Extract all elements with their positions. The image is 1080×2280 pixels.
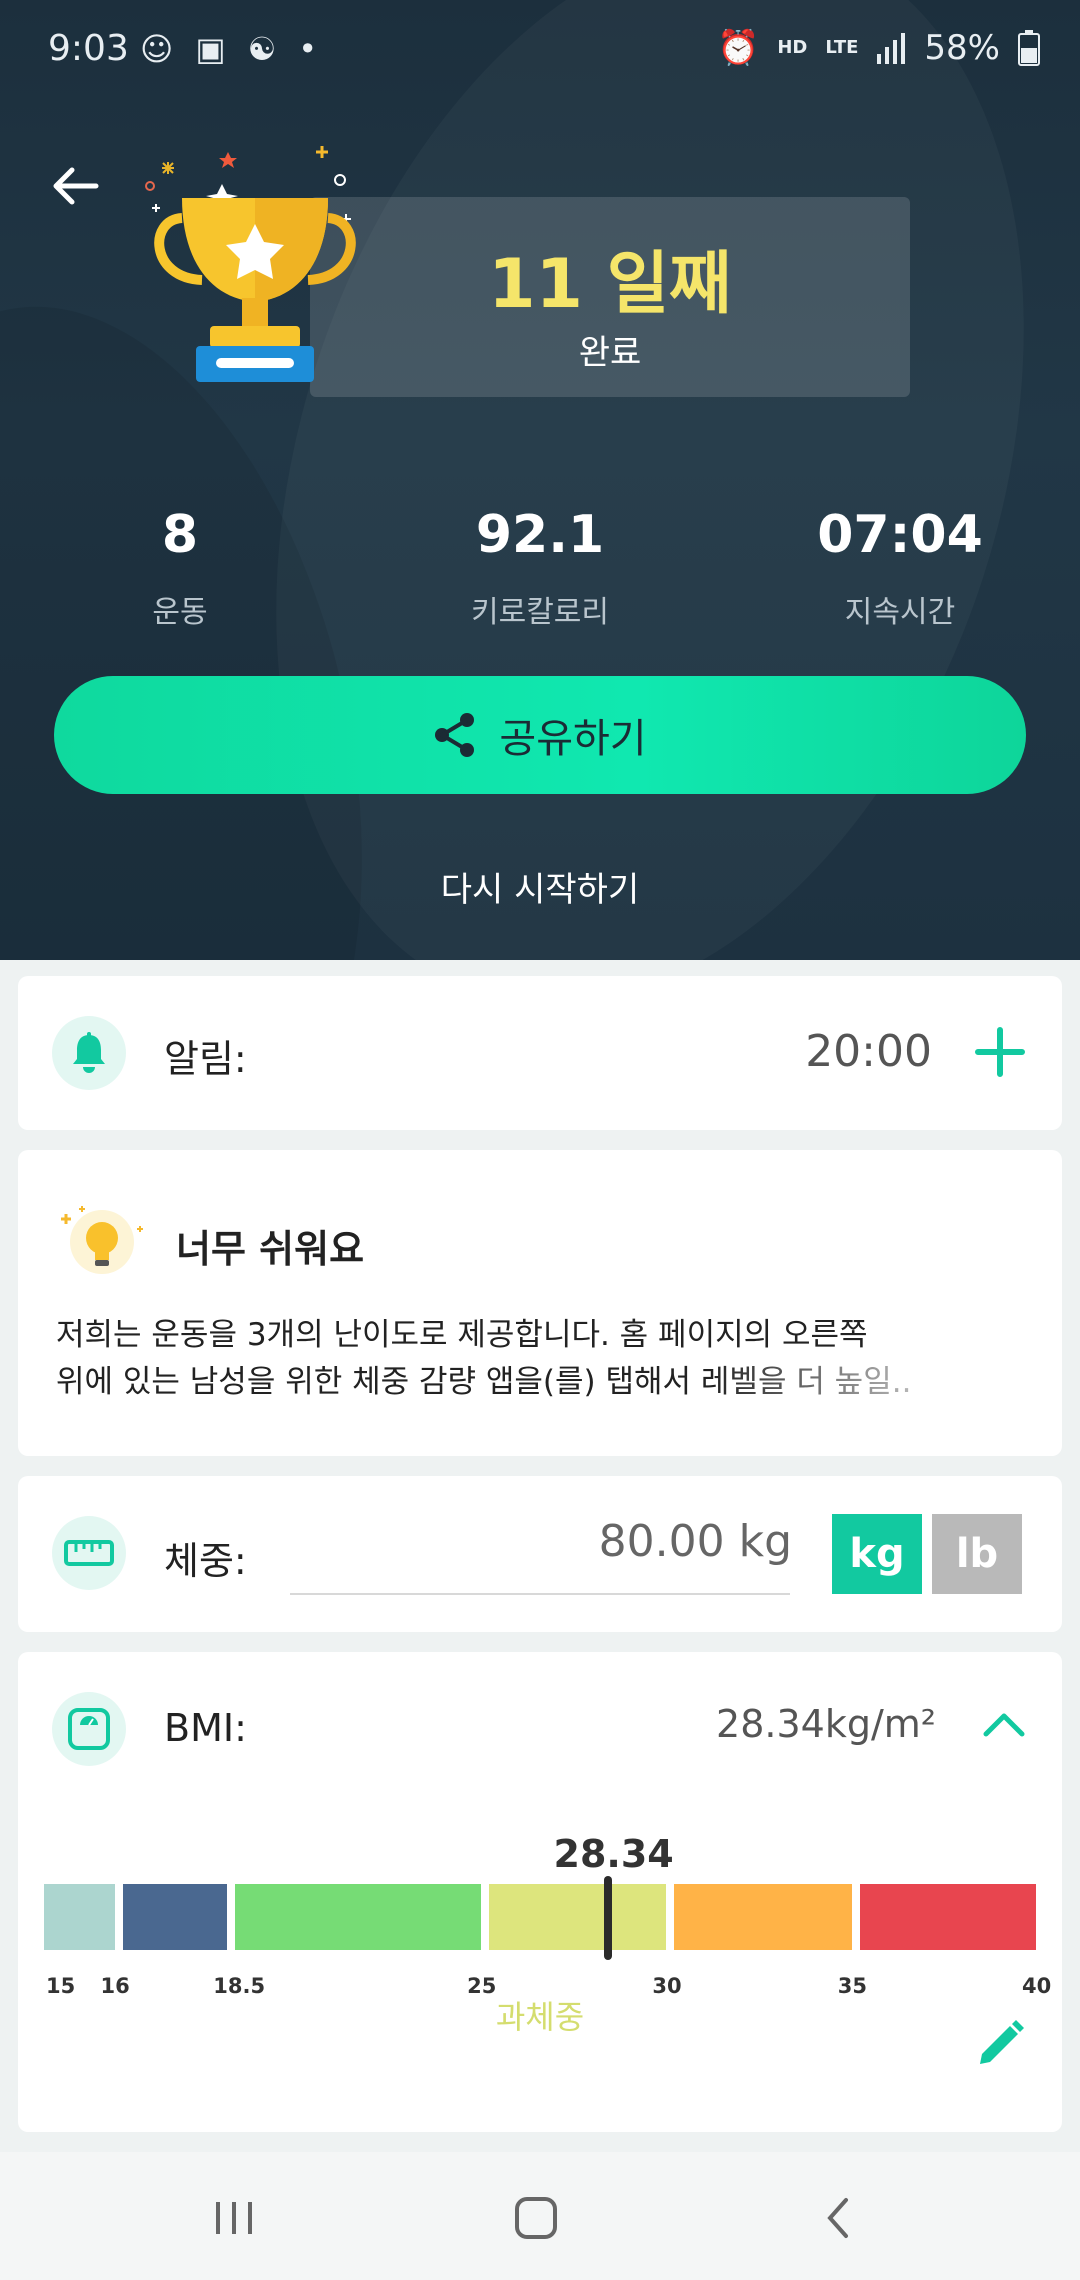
stat-exercises: 8 운동 bbox=[30, 505, 330, 631]
bmi-segment bbox=[44, 1884, 115, 1950]
bmi-segment bbox=[122, 1884, 228, 1950]
unit-kg-button[interactable]: kg bbox=[832, 1514, 922, 1594]
stat-label: 키로칼로리 bbox=[471, 595, 609, 630]
alarm-icon: ⏰ bbox=[716, 28, 760, 68]
bmi-tick-label: 18.5 bbox=[213, 1974, 266, 1998]
bmi-category: 과체중 bbox=[495, 1998, 585, 2036]
lte-indicator: LTE bbox=[825, 37, 859, 58]
unit-lb-button[interactable]: lb bbox=[932, 1514, 1022, 1594]
stat-calories: 92.1 키로칼로리 bbox=[390, 505, 690, 631]
ruler-icon-badge bbox=[52, 1516, 126, 1590]
tip-card: 너무 쉬워요 저희는 운동을 3개의 난이도로 제공합니다. 홈 페이지의 오른… bbox=[18, 1150, 1062, 1456]
weight-input-underline bbox=[290, 1593, 790, 1595]
system-navigation-bar bbox=[0, 2152, 1080, 2280]
notification-app-icon: ☺ bbox=[140, 30, 174, 68]
scale-icon bbox=[68, 1708, 110, 1750]
recent-apps-icon[interactable] bbox=[204, 2188, 264, 2248]
signal-icon bbox=[877, 33, 906, 64]
notification-app-icon-2: ☯ bbox=[247, 30, 277, 68]
bmi-tick-label: 35 bbox=[837, 1974, 867, 1998]
more-notifications-dot: • bbox=[298, 30, 318, 68]
hd-indicator: HD bbox=[777, 37, 808, 58]
bmi-segment bbox=[859, 1884, 1036, 1950]
bmi-segment bbox=[674, 1884, 852, 1950]
bmi-segment bbox=[489, 1884, 667, 1950]
tip-text-fade bbox=[712, 1350, 1042, 1410]
edit-pencil-icon[interactable] bbox=[974, 2018, 1026, 2070]
scale-icon-badge bbox=[52, 1692, 126, 1766]
bmi-label: BMI: bbox=[164, 1706, 247, 1750]
weight-input[interactable]: 80.00 kg bbox=[599, 1516, 792, 1567]
completed-label: 완료 bbox=[578, 333, 642, 373]
bmi-tick-label: 16 bbox=[100, 1974, 130, 1998]
lightbulb-icon bbox=[61, 1206, 143, 1274]
battery-percent: 58% bbox=[924, 28, 1000, 68]
bmi-card: BMI: 28.34kg/m² 28.34 과체중 15 16 18.5 25 30 35… bbox=[18, 1652, 1062, 2132]
collapse-chevron-icon[interactable] bbox=[978, 1704, 1030, 1744]
reminder-card[interactable]: 알림: 20:00 bbox=[18, 976, 1062, 1130]
bmi-tick-label: 25 bbox=[467, 1974, 497, 1998]
share-icon bbox=[435, 713, 475, 757]
weight-card: 체중: 80.00 kg kg lb bbox=[18, 1476, 1062, 1632]
bmi-segment bbox=[235, 1884, 482, 1950]
workout-complete-header: 9:03 ☺ ▣ ☯ • ⏰ HD LTE 58% 11 일째 완료 8 운동 … bbox=[0, 0, 1080, 960]
share-button[interactable]: 공유하기 bbox=[54, 676, 1026, 794]
stat-label: 운동 bbox=[152, 595, 208, 630]
reminder-time[interactable]: 20:00 bbox=[805, 1026, 932, 1077]
status-time: 9:03 bbox=[48, 28, 129, 69]
bmi-marker-value: 28.34 bbox=[553, 1832, 674, 1876]
status-right: ⏰ HD LTE 58% bbox=[717, 28, 1040, 68]
add-reminder-icon[interactable] bbox=[974, 1026, 1026, 1078]
status-bar: 9:03 ☺ ▣ ☯ • ⏰ HD LTE 58% bbox=[0, 0, 1080, 100]
reminder-label: 알림: bbox=[164, 1037, 247, 1081]
share-label: 공유하기 bbox=[499, 716, 647, 762]
stat-label: 지속시간 bbox=[844, 595, 956, 630]
gallery-icon: ▣ bbox=[195, 30, 226, 68]
bmi-marker bbox=[603, 1876, 612, 1960]
back-nav-icon[interactable] bbox=[808, 2188, 868, 2248]
notification-icons: ☺ ▣ ☯ • bbox=[140, 30, 317, 68]
stat-duration: 07:04 지속시간 bbox=[750, 505, 1050, 631]
weight-label: 체중: bbox=[164, 1539, 247, 1583]
home-icon[interactable] bbox=[506, 2188, 566, 2248]
battery-icon bbox=[1018, 30, 1040, 66]
back-arrow-icon[interactable] bbox=[46, 158, 102, 214]
ruler-icon bbox=[64, 1540, 114, 1566]
day-count: 11 일째 bbox=[488, 245, 732, 324]
bmi-value: 28.34kg/m² bbox=[716, 1702, 936, 1746]
bell-icon bbox=[73, 1032, 105, 1073]
stat-value: 92.1 bbox=[475, 505, 605, 565]
bmi-tick-label: 30 bbox=[652, 1974, 682, 1998]
restart-link[interactable]: 다시 시작하기 bbox=[0, 862, 1080, 911]
bmi-tick-label: 15 bbox=[46, 1974, 76, 1998]
bmi-tick-label: 40 bbox=[1022, 1974, 1052, 1998]
stat-value: 8 bbox=[161, 505, 199, 565]
bell-icon-badge bbox=[52, 1016, 126, 1090]
tip-title: 너무 쉬워요 bbox=[176, 1227, 365, 1271]
stat-value: 07:04 bbox=[817, 505, 983, 565]
